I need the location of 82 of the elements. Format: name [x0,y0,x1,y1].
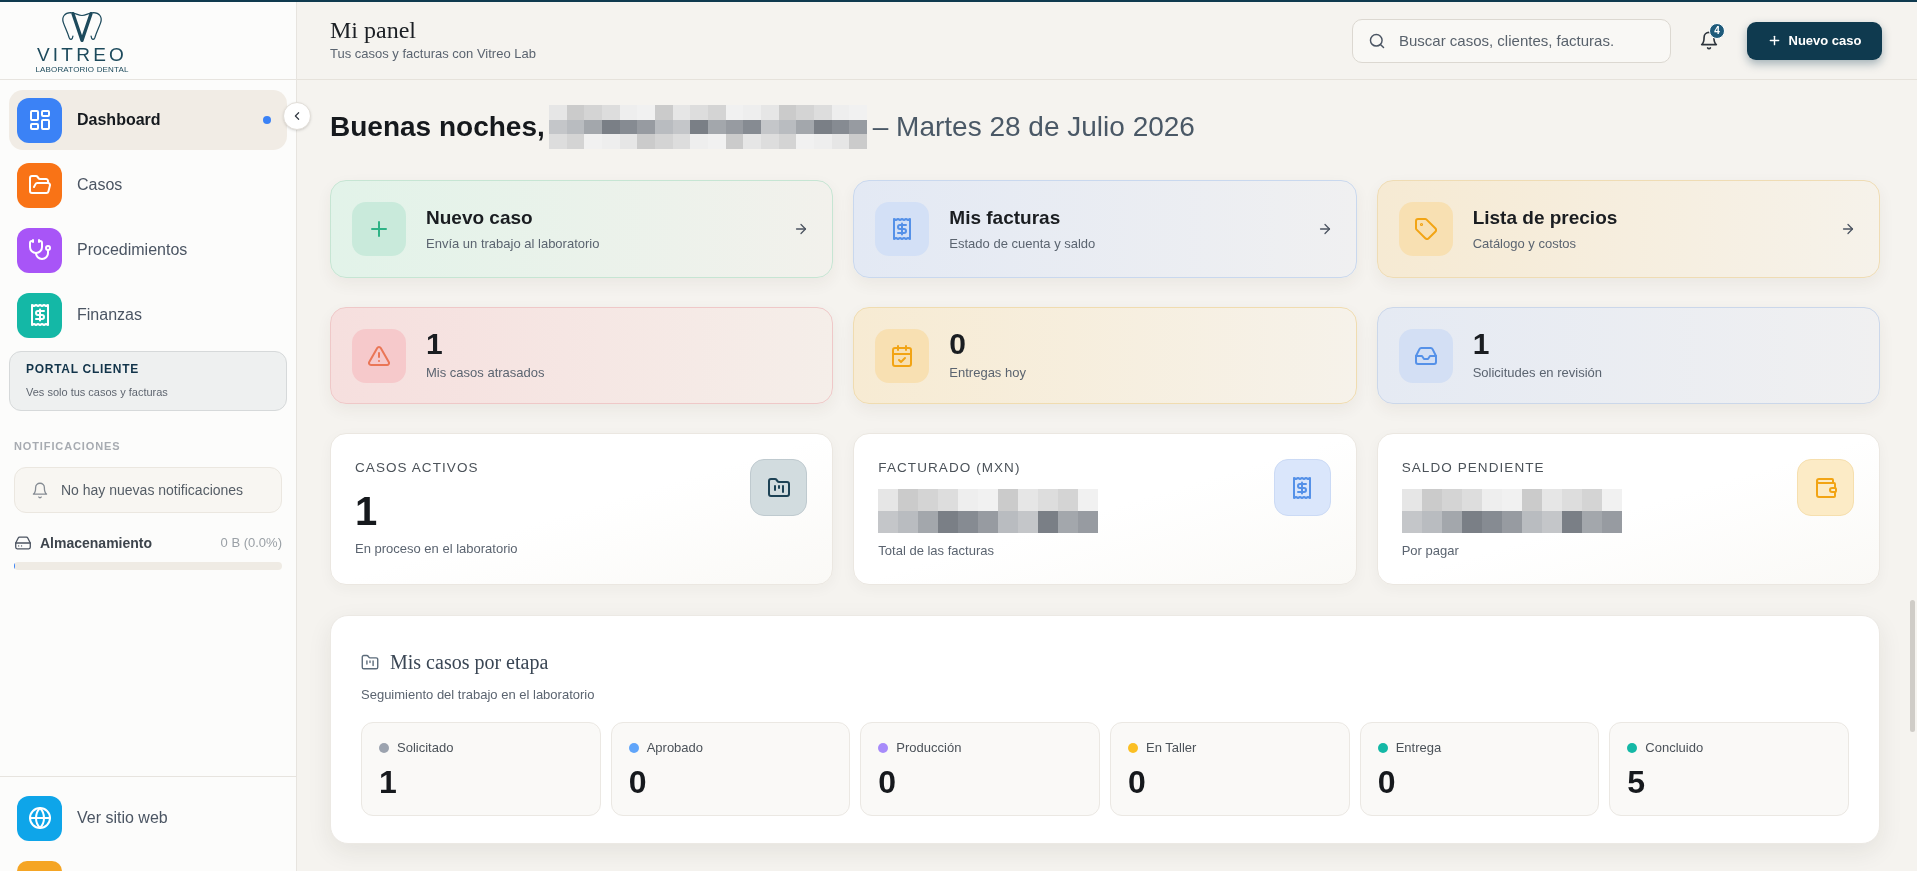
notifications-empty-text: No hay nuevas notificaciones [61,480,244,500]
summary-label: Entregas hoy [949,364,1026,382]
stethoscope-icon [17,227,62,273]
stage-count: 0 [1128,764,1146,800]
logo-wordmark: VITREO [36,46,128,64]
warning-triangle-icon [352,328,406,383]
nav-item[interactable]: Dashboard [9,90,287,150]
summary-count: 1 [426,329,443,359]
card-title: Mis facturas [949,205,1061,230]
portal-description: Ves solo tus casos y facturas [26,385,169,399]
nav-item[interactable]: Finanzas [9,285,287,345]
stage-label: Solicitado [397,739,454,758]
new-case-button[interactable]: Nuevo caso [1747,21,1882,60]
stat-label: FACTURADO (MXN) [878,459,1021,477]
date-text: – Martes 28 de Julio 2026 [872,110,1195,144]
summary-label: Mis casos atrasados [426,364,545,382]
nav-item[interactable]: Ver sitio web [9,788,287,848]
notification-count-badge: 4 [1709,23,1725,39]
scrollbar-thumb[interactable] [1910,600,1915,732]
nav-item[interactable]: Procedimientos [9,220,287,280]
plus-icon [1767,34,1781,47]
quick-action-card[interactable]: Mis facturas Estado de cuenta y saldo [853,180,1357,278]
active-indicator-icon [263,116,271,124]
page-title: Mi panel [330,15,417,44]
quick-action-card[interactable]: Nuevo caso Envía un trabajo al laboratorio [330,180,834,278]
stage-count: 1 [379,764,397,800]
arrow-right-icon [1841,222,1855,236]
stat-label: CASOS ACTIVOS [355,459,479,477]
search-field[interactable]: Buscar casos, clientes, facturas. [1352,18,1671,63]
logo-tagline: LABORATORIO DENTAL [35,65,129,74]
receipt-icon [17,292,62,338]
layout-grid-icon [17,97,62,143]
stat-value: 1 [355,491,378,531]
tag-icon [1398,202,1453,256]
stage-count: 5 [1627,764,1646,800]
quick-action-card[interactable]: Lista de precios Catálogo y costos [1376,180,1880,278]
summary-count: 1 [1472,329,1490,359]
folder-chart-icon [750,459,808,516]
nav-tile-icon[interactable] [17,861,62,871]
stage-label: Aprobado [646,739,704,758]
wallet-icon [1797,459,1854,516]
storage-reading: 0 B (0.0%) [220,534,282,553]
stage-label: En Taller [1146,739,1197,758]
stat-subtitle: Por pagar [1401,542,1459,560]
summary-label: Solicitudes en revisión [1472,364,1602,382]
stage-count: 0 [878,764,897,800]
arrow-right-icon [794,222,809,236]
receipt-icon [1273,459,1331,516]
arrow-right-icon [1317,222,1332,236]
notifications-heading: NOTIFICACIONES [14,439,121,454]
card-subtitle: Estado de cuenta y saldo [949,234,1096,253]
nav-item[interactable]: Casos [9,155,287,215]
stat-label: SALDO PENDIENTE [1401,459,1545,477]
plus-icon [352,202,406,256]
panel-subtitle: Seguimiento del trabajo en el laboratorio [361,686,595,704]
folder-chart-icon [361,653,379,671]
stat-subtitle: Total de las facturas [878,542,994,560]
tooth-logo-icon [60,10,104,43]
greeting-text: Buenas noches, [330,110,545,144]
search-icon [1369,32,1385,49]
inbox-tray-icon [1398,328,1453,383]
card-title: Nuevo caso [426,205,533,230]
hard-drive-icon [14,535,32,551]
stage-count: 0 [628,764,647,800]
stage-count: 0 [1377,764,1396,800]
storage-label: Almacenamiento [40,533,153,553]
card-subtitle: Envía un trabajo al laboratorio [426,234,600,253]
stage-label: Concluido [1645,739,1704,758]
stage-label: Producción [896,739,962,758]
globe-icon [17,795,62,841]
calendar-check-icon [875,328,930,383]
card-subtitle: Catálogo y costos [1472,234,1576,253]
page-subtitle: Tus casos y facturas con Vitreo Lab [330,45,536,62]
summary-count: 0 [949,329,966,359]
receipt-icon [875,202,930,256]
stage-label: Entrega [1395,739,1442,758]
stat-subtitle: En proceso en el laboratorio [355,540,518,558]
card-title: Lista de precios [1472,205,1618,230]
bell-icon [32,481,48,499]
panel-title: Mis casos por etapa [390,650,549,676]
folder-icon [17,162,62,208]
portal-title: PORTAL CLIENTE [26,361,140,377]
